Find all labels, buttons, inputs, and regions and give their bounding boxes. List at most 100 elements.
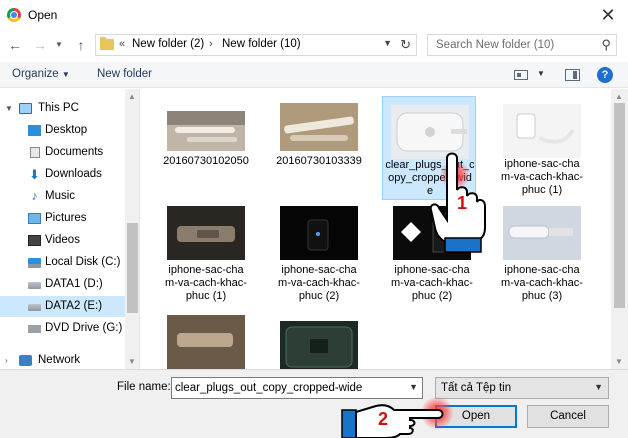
cancel-button[interactable]: Cancel [527, 405, 609, 428]
breadcrumb-new-folder-10[interactable]: New folder (10) [222, 38, 301, 50]
sidebar-item-label: Downloads [45, 168, 102, 180]
drive-icon [28, 304, 41, 311]
file-item[interactable]: iphone-sac-cha m-va-cach-khac-phuc (1) [495, 96, 589, 200]
close-icon[interactable]: ✕ [598, 5, 618, 25]
scroll-down-arrow-icon[interactable]: ▼ [128, 357, 136, 366]
file-item[interactable]: iphone-sac-cha m-va-cach-khac-phuc (3) [495, 206, 589, 311]
file-item[interactable]: iphone-sac-cha m-va-cach-khac-phuc (1) [159, 206, 253, 311]
breadcrumb-overflow[interactable]: « [119, 38, 125, 50]
file-name: iphone-sac-cha m-va-cach-khac-phuc (2) [278, 264, 360, 302]
file-name: 20160730103339 [276, 155, 362, 167]
file-thumbnail [167, 206, 245, 260]
up-arrow-icon[interactable]: ↑ [72, 36, 90, 54]
file-list-scrollbar[interactable]: ▲ ▼ [611, 89, 628, 369]
dvd-drive-icon [28, 325, 41, 333]
sidebar-item-data2-e[interactable]: DATA2 (E:) [0, 296, 125, 317]
file-type-value: Tất cả Tệp tin [441, 382, 512, 394]
file-item[interactable]: 20160730103339 [272, 103, 366, 169]
file-name-input[interactable]: clear_plugs_out_copy_cropped-wide ▼ [171, 377, 423, 399]
recent-locations-dropdown-icon[interactable]: ▼ [50, 36, 68, 54]
address-dropdown-icon[interactable]: ▼ [383, 38, 392, 48]
file-name-value: clear_plugs_out_copy_cropped-wide [175, 382, 363, 394]
back-arrow-icon[interactable]: ← [6, 36, 24, 54]
computer-icon [19, 103, 32, 114]
breadcrumb-new-folder-2[interactable]: New folder (2) [132, 38, 204, 50]
sidebar-item-label: Local Disk (C:) [45, 256, 121, 268]
view-dropdown-icon[interactable]: ▼ [537, 69, 545, 78]
file-thumbnail [280, 206, 358, 260]
pictures-icon [28, 213, 41, 224]
sidebar-item-label: This PC [38, 102, 79, 114]
sidebar-item-network[interactable]: › Network [0, 350, 125, 369]
search-input[interactable]: Search New folder (10) ⚲ [427, 34, 617, 56]
scrollbar-thumb[interactable] [127, 223, 138, 313]
sidebar-item-label: Network [38, 354, 81, 366]
search-icon[interactable]: ⚲ [601, 37, 611, 53]
sidebar-item-label: DVD Drive (G:) C [45, 322, 125, 334]
scroll-down-arrow-icon[interactable]: ▼ [615, 357, 623, 366]
sidebar-item-label: Pictures [45, 212, 87, 224]
change-view-icon[interactable] [514, 70, 528, 80]
scrollbar-thumb[interactable] [614, 103, 625, 308]
title-bar: Open ✕ [0, 0, 628, 30]
sidebar-item-this-pc[interactable]: ▼ This PC [0, 98, 125, 119]
desktop-icon [28, 125, 41, 136]
sidebar-item-local-disk-c[interactable]: Local Disk (C:) [0, 252, 125, 273]
sidebar-item-desktop[interactable]: Desktop [0, 120, 125, 141]
chevron-down-icon[interactable]: ▼ [594, 382, 603, 392]
music-icon: ♪ [31, 189, 38, 203]
file-type-select[interactable]: Tất cả Tệp tin ▼ [435, 377, 609, 399]
search-placeholder: Search New folder (10) [436, 39, 555, 51]
sidebar-item-label: Documents [45, 146, 104, 158]
chevron-down-icon[interactable]: ▼ [409, 382, 418, 392]
chevron-right-icon[interactable]: › [209, 38, 213, 50]
file-item[interactable] [272, 315, 366, 369]
sidebar-item-data1-d[interactable]: DATA1 (D:) [0, 274, 125, 295]
file-name: iphone-sac-cha m-va-cach-khac-phuc (3) [501, 264, 583, 302]
file-item[interactable]: 20160730102050 [159, 103, 253, 169]
step-2-badge: 2 [378, 409, 389, 429]
navigation-pane: ▼ This PC Desktop Documents ⬇ Downloads … [0, 89, 140, 369]
file-item[interactable] [159, 315, 253, 369]
file-thumbnail [503, 206, 581, 260]
new-folder-button[interactable]: New folder [97, 68, 152, 80]
refresh-icon[interactable]: ↻ [400, 37, 411, 53]
organize-button[interactable]: Organize ▼ [12, 68, 70, 80]
scroll-up-arrow-icon[interactable]: ▲ [128, 92, 136, 101]
sidebar-item-downloads[interactable]: ⬇ Downloads [0, 164, 125, 185]
sidebar-item-music[interactable]: ♪ Music [0, 186, 125, 207]
scroll-up-arrow-icon[interactable]: ▲ [615, 92, 623, 101]
sidebar-item-label: DATA1 (D:) [45, 278, 103, 290]
file-name: iphone-sac-cha m-va-cach-khac-phuc (1) [165, 264, 247, 302]
sidebar-item-label: Videos [45, 234, 80, 246]
drive-icon [28, 282, 41, 289]
file-name: iphone-sac-cha m-va-cach-khac-phuc (1) [501, 158, 583, 196]
windows-drive-icon [28, 258, 41, 268]
document-icon [30, 147, 40, 158]
step-1-badge: 1 [457, 193, 468, 213]
command-bar: Organize ▼ New folder ▼ ? [0, 62, 628, 88]
pointing-hand-icon [341, 404, 444, 438]
video-icon [28, 235, 41, 246]
forward-arrow-icon[interactable]: → [31, 36, 49, 54]
file-list: 20160730102050 20160730103339 clear_plug… [141, 89, 628, 369]
chevron-right-icon[interactable]: › [5, 350, 8, 369]
file-item[interactable]: iphone-sac-cha m-va-cach-khac-phuc (2) [272, 206, 366, 311]
file-thumbnail [167, 315, 245, 369]
address-bar[interactable]: « New folder (2) › New folder (10) ▼ ↻ [95, 34, 417, 56]
help-icon[interactable]: ? [597, 67, 613, 83]
chevron-down-icon[interactable]: ▼ [5, 98, 13, 119]
sidebar-item-pictures[interactable]: Pictures [0, 208, 125, 229]
sidebar-item-documents[interactable]: Documents [0, 142, 125, 163]
preview-pane-icon[interactable] [565, 69, 580, 81]
file-thumbnail [280, 103, 358, 151]
sidebar-item-videos[interactable]: Videos [0, 230, 125, 251]
pointing-hand-icon [429, 152, 486, 253]
sidebar-scrollbar[interactable]: ▲ ▼ [125, 89, 139, 369]
sidebar-item-label: DATA2 (E:) [45, 300, 103, 312]
sidebar-item-dvd-drive[interactable]: DVD Drive (G:) C [0, 318, 125, 339]
chrome-icon [7, 8, 21, 22]
sidebar-item-label: Music [45, 190, 76, 202]
file-name-label: File name: [117, 381, 171, 393]
navigation-bar: ← → ▼ ↑ « New folder (2) › New folder (1… [0, 30, 628, 62]
